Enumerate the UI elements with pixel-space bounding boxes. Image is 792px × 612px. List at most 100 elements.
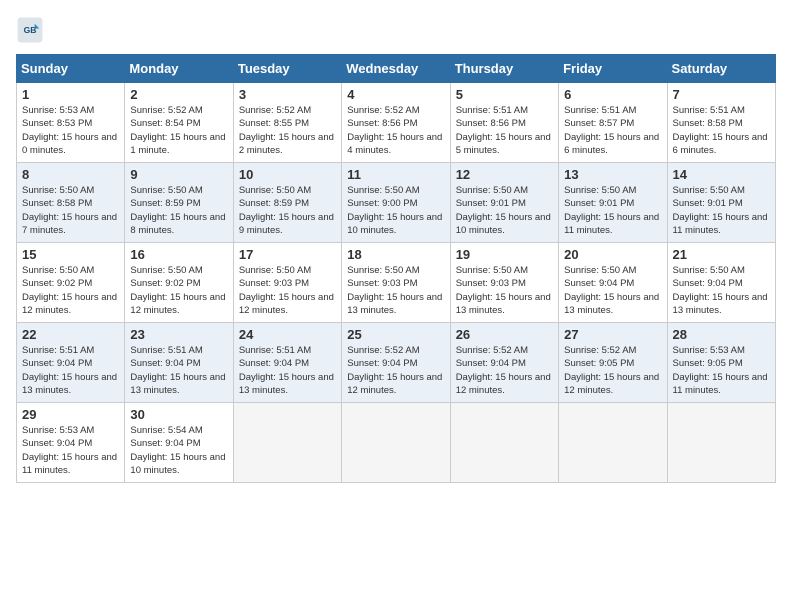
day-number: 26 bbox=[456, 327, 553, 342]
day-info: Sunrise: 5:50 AMSunset: 9:00 PMDaylight:… bbox=[347, 184, 444, 237]
sunrise-text: Sunrise: 5:52 AM bbox=[347, 105, 419, 116]
day-info: Sunrise: 5:50 AM Sunset: 9:03 PM Daylight:… bbox=[239, 264, 336, 317]
day-number: 17 bbox=[239, 247, 336, 262]
sunrise-text: Sunrise: 5:50 AM bbox=[456, 265, 528, 276]
day-number: 8 bbox=[22, 167, 119, 182]
sunset-text: Sunset: 8:59 PM bbox=[130, 198, 200, 209]
day-number: 5 bbox=[456, 87, 553, 102]
daylight-text: Daylight: 15 hours and 12 minutes. bbox=[239, 292, 334, 316]
day-info: Sunrise: 5:54 AMSunset: 9:04 PMDaylight:… bbox=[130, 424, 227, 477]
sunset-text: Sunset: 9:00 PM bbox=[347, 198, 417, 209]
daylight-text: Daylight: 15 hours and 8 minutes. bbox=[130, 212, 225, 236]
calendar-cell: 17 Sunrise: 5:50 AM Sunset: 9:03 PM Dayligh… bbox=[233, 243, 341, 323]
calendar-week-row: 22Sunrise: 5:51 AMSunset: 9:04 PMDayligh… bbox=[17, 323, 776, 403]
sunrise-text: Sunrise: 5:50 AM bbox=[673, 185, 745, 196]
calendar-cell: 10Sunrise: 5:50 AMSunset: 8:59 PMDayligh… bbox=[233, 163, 341, 243]
day-number: 18 bbox=[347, 247, 444, 262]
day-info: Sunrise: 5:53 AM Sunset: 9:04 PM Daylight:… bbox=[22, 424, 119, 477]
daylight-text: Daylight: 15 hours and 7 minutes. bbox=[22, 212, 117, 236]
calendar-week-row: 29 Sunrise: 5:53 AM Sunset: 9:04 PM Dayligh… bbox=[17, 403, 776, 483]
header-tuesday: Tuesday bbox=[233, 55, 341, 83]
daylight-text: Daylight: 15 hours and 11 minutes. bbox=[22, 452, 117, 476]
day-number: 7 bbox=[673, 87, 770, 102]
day-info: Sunrise: 5:52 AMSunset: 9:05 PMDaylight:… bbox=[564, 344, 661, 397]
calendar-cell: 9 Sunrise: 5:50 AMSunset: 8:59 PMDaylight… bbox=[125, 163, 233, 243]
sunrise-text: Sunrise: 5:51 AM bbox=[456, 105, 528, 116]
sunset-text: Sunset: 9:03 PM bbox=[347, 278, 417, 289]
day-number: 14 bbox=[673, 167, 770, 182]
day-number: 30 bbox=[130, 407, 227, 422]
calendar-cell: 27 Sunrise: 5:52 AMSunset: 9:05 PMDayligh… bbox=[559, 323, 667, 403]
daylight-text: Daylight: 15 hours and 10 minutes. bbox=[347, 212, 442, 236]
sunset-text: Sunset: 9:04 PM bbox=[239, 358, 309, 369]
calendar-cell: 19Sunrise: 5:50 AMSunset: 9:03 PMDayligh… bbox=[450, 243, 558, 323]
sunset-text: Sunset: 8:59 PM bbox=[239, 198, 309, 209]
calendar-cell: 14 Sunrise: 5:50 AMSunset: 9:01 PMDayligh… bbox=[667, 163, 775, 243]
sunrise-text: Sunrise: 5:50 AM bbox=[456, 185, 528, 196]
calendar-cell bbox=[667, 403, 775, 483]
calendar-cell: 28Sunrise: 5:53 AMSunset: 9:05 PMDayligh… bbox=[667, 323, 775, 403]
day-number: 16 bbox=[130, 247, 227, 262]
sunset-text: Sunset: 9:03 PM bbox=[239, 278, 309, 289]
sunrise-text: Sunrise: 5:50 AM bbox=[673, 265, 745, 276]
calendar-cell: 2Sunrise: 5:52 AMSunset: 8:54 PMDaylight… bbox=[125, 83, 233, 163]
svg-text:GB: GB bbox=[24, 25, 37, 35]
logo-icon: GB bbox=[16, 16, 44, 44]
calendar-cell: 22Sunrise: 5:51 AMSunset: 9:04 PMDayligh… bbox=[17, 323, 125, 403]
day-info: Sunrise: 5:50 AMSunset: 8:58 PMDaylight:… bbox=[22, 184, 119, 237]
day-info: Sunrise: 5:50 AMSunset: 9:04 PMDaylight:… bbox=[673, 264, 770, 317]
day-number: 24 bbox=[239, 327, 336, 342]
header-wednesday: Wednesday bbox=[342, 55, 450, 83]
day-number: 29 bbox=[22, 407, 119, 422]
sunset-text: Sunset: 9:04 PM bbox=[22, 438, 92, 449]
daylight-text: Daylight: 15 hours and 13 minutes. bbox=[22, 372, 117, 396]
day-number: 21 bbox=[673, 247, 770, 262]
logo: GB bbox=[16, 16, 48, 44]
day-info: Sunrise: 5:52 AMSunset: 8:56 PMDaylight:… bbox=[347, 104, 444, 157]
calendar-week-row: 8Sunrise: 5:50 AMSunset: 8:58 PMDaylight… bbox=[17, 163, 776, 243]
sunset-text: Sunset: 8:57 PM bbox=[564, 118, 634, 129]
sunset-text: Sunset: 8:56 PM bbox=[456, 118, 526, 129]
daylight-text: Daylight: 15 hours and 11 minutes. bbox=[564, 212, 659, 236]
day-number: 3 bbox=[239, 87, 336, 102]
daylight-text: Daylight: 15 hours and 12 minutes. bbox=[130, 292, 225, 316]
sunrise-text: Sunrise: 5:50 AM bbox=[22, 265, 94, 276]
sunset-text: Sunset: 8:58 PM bbox=[673, 118, 743, 129]
sunrise-text: Sunrise: 5:51 AM bbox=[564, 105, 636, 116]
day-number: 15 bbox=[22, 247, 119, 262]
calendar-cell: 11Sunrise: 5:50 AMSunset: 9:00 PMDayligh… bbox=[342, 163, 450, 243]
header: GB bbox=[16, 16, 776, 44]
sunrise-text: Sunrise: 5:50 AM bbox=[564, 265, 636, 276]
day-number: 1 bbox=[22, 87, 119, 102]
day-number: 23 bbox=[130, 327, 227, 342]
sunrise-text: Sunrise: 5:51 AM bbox=[673, 105, 745, 116]
day-info: Sunrise: 5:51 AMSunset: 8:56 PMDaylight:… bbox=[456, 104, 553, 157]
calendar-cell: 1Sunrise: 5:53 AMSunset: 8:53 PMDaylight… bbox=[17, 83, 125, 163]
daylight-text: Daylight: 15 hours and 1 minute. bbox=[130, 132, 225, 156]
sunrise-text: Sunrise: 5:52 AM bbox=[456, 345, 528, 356]
sunset-text: Sunset: 8:56 PM bbox=[347, 118, 417, 129]
calendar-cell bbox=[342, 403, 450, 483]
calendar-cell: 18Sunrise: 5:50 AMSunset: 9:03 PMDayligh… bbox=[342, 243, 450, 323]
daylight-text: Daylight: 15 hours and 13 minutes. bbox=[347, 292, 442, 316]
sunrise-text: Sunrise: 5:53 AM bbox=[22, 105, 94, 116]
day-number: 2 bbox=[130, 87, 227, 102]
sunrise-text: Sunrise: 5:50 AM bbox=[239, 265, 311, 276]
sunset-text: Sunset: 8:58 PM bbox=[22, 198, 92, 209]
day-info: Sunrise: 5:51 AMSunset: 9:04 PMDaylight:… bbox=[130, 344, 227, 397]
daylight-text: Daylight: 15 hours and 11 minutes. bbox=[673, 372, 768, 396]
day-info: Sunrise: 5:50 AMSunset: 9:01 PMDaylight:… bbox=[673, 184, 770, 237]
daylight-text: Daylight: 15 hours and 6 minutes. bbox=[564, 132, 659, 156]
day-number: 9 bbox=[130, 167, 227, 182]
day-info: Sunrise: 5:50 AMSunset: 8:59 PMDaylight:… bbox=[130, 184, 227, 237]
day-number: 27 bbox=[564, 327, 661, 342]
day-info: Sunrise: 5:52 AMSunset: 8:55 PMDaylight:… bbox=[239, 104, 336, 157]
day-info: Sunrise: 5:50 AMSunset: 8:59 PMDaylight:… bbox=[239, 184, 336, 237]
sunrise-text: Sunrise: 5:50 AM bbox=[239, 185, 311, 196]
header-sunday: Sunday bbox=[17, 55, 125, 83]
sunset-text: Sunset: 9:01 PM bbox=[564, 198, 634, 209]
calendar-cell: 6Sunrise: 5:51 AMSunset: 8:57 PMDaylight… bbox=[559, 83, 667, 163]
calendar-cell: 23 Sunrise: 5:51 AMSunset: 9:04 PMDayligh… bbox=[125, 323, 233, 403]
sunset-text: Sunset: 9:04 PM bbox=[673, 278, 743, 289]
sunrise-text: Sunrise: 5:53 AM bbox=[22, 425, 94, 436]
